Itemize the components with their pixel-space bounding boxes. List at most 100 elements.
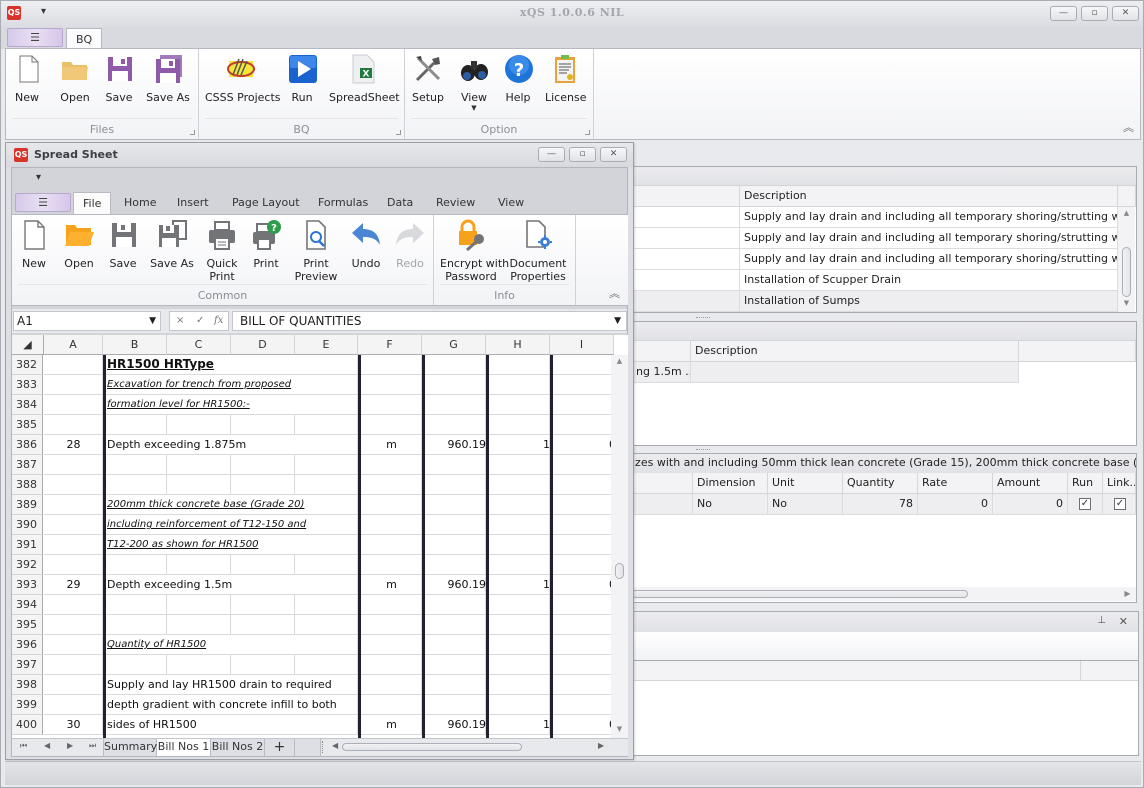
column-header-b[interactable]: B <box>103 335 167 355</box>
column-header-h[interactable]: H <box>486 335 550 355</box>
cell[interactable] <box>295 415 358 435</box>
cell[interactable] <box>295 535 358 555</box>
license-button[interactable]: License <box>545 53 586 104</box>
column-header-unit[interactable]: Unit <box>768 473 843 494</box>
cell[interactable] <box>167 655 231 675</box>
row-header[interactable]: 394 <box>12 595 43 615</box>
quick-print-button[interactable]: Quick Print <box>206 219 238 283</box>
cell[interactable] <box>295 395 358 415</box>
column-header-g[interactable]: G <box>422 335 486 355</box>
undo-button[interactable]: Undo <box>348 219 384 270</box>
cell[interactable] <box>103 595 167 615</box>
splitter-handle[interactable] <box>696 449 710 451</box>
column-header-amount[interactable]: Amount <box>993 473 1068 494</box>
column-header-rate[interactable]: Rate <box>918 473 993 494</box>
name-box-dropdown-icon[interactable]: ▼ <box>149 312 156 330</box>
pin-icon[interactable]: ⊥ <box>1097 615 1106 626</box>
row-header[interactable]: 393 <box>12 575 43 595</box>
row-header[interactable]: 391 <box>12 535 43 555</box>
table-row-selected[interactable]: Installation of Sumps <box>740 291 1118 312</box>
splitter-handle[interactable] <box>696 317 710 319</box>
spreadsheet-grid[interactable]: ◢ ABCDEFGHI 382 HR1500 HRType 383 Excavatio… <box>12 335 628 738</box>
save-as-button[interactable]: Save As <box>146 53 190 104</box>
formula-expand-icon[interactable]: ▼ <box>614 312 621 330</box>
sheet-tab-bill-nos-1[interactable]: Bill Nos 1 <box>157 739 211 756</box>
view-button[interactable]: View ▼ <box>457 53 491 112</box>
column-header-description[interactable]: Description <box>691 341 1019 362</box>
ss-open-button[interactable]: Open <box>62 219 96 270</box>
maximize-button[interactable]: ▫ <box>1081 6 1108 21</box>
run-button[interactable]: Run <box>287 53 317 104</box>
column-header-quantity[interactable]: Quantity <box>843 473 918 494</box>
sheet-vertical-scrollbar[interactable]: ▲ ▼ <box>611 355 628 738</box>
cell[interactable] <box>167 415 231 435</box>
ss-save-button[interactable]: Save <box>108 219 138 270</box>
table-row[interactable]: Supply and lay drain and including all t… <box>740 207 1118 228</box>
column-header-d[interactable]: D <box>231 335 295 355</box>
scroll-right-icon[interactable]: ▶ <box>598 741 604 750</box>
row-header[interactable]: 387 <box>12 455 43 475</box>
tab-splitter-handle[interactable] <box>322 741 325 753</box>
unit-cell[interactable]: No <box>768 494 843 515</box>
spreadsheet-button[interactable]: X SpreadSheet <box>329 53 400 104</box>
group-launcher-files[interactable] <box>190 130 195 135</box>
spreadsheet-app-menu-button[interactable]: ☰ <box>15 193 71 212</box>
cell[interactable] <box>231 635 295 655</box>
dimension-cell[interactable]: No <box>693 494 768 515</box>
sheet-tab-bill-nos-2[interactable]: Bill Nos 2 <box>211 739 265 756</box>
open-button[interactable]: Open <box>58 53 92 104</box>
ss-new-button[interactable]: New <box>18 219 50 270</box>
last-sheet-icon[interactable]: ⏭ <box>89 741 96 751</box>
cell[interactable] <box>103 615 167 635</box>
cell[interactable] <box>231 595 295 615</box>
table-cell[interactable] <box>691 362 1019 383</box>
scroll-right-icon[interactable]: ▶ <box>1119 589 1136 598</box>
sheet-horizontal-scroll-thumb[interactable] <box>342 743 522 751</box>
collapse-ribbon-icon[interactable]: ︽ <box>1123 119 1134 135</box>
tab-file[interactable]: File <box>73 192 112 214</box>
quantity-cell[interactable]: 78 <box>843 494 918 515</box>
tab-review[interactable]: Review <box>427 192 484 214</box>
cell[interactable] <box>295 455 358 475</box>
cell[interactable] <box>231 355 295 375</box>
row-header[interactable]: 392 <box>12 555 43 575</box>
row-header[interactable]: 389 <box>12 495 43 515</box>
column-header-c[interactable]: C <box>167 335 231 355</box>
vertical-scrollbar[interactable]: ▲ ▼ <box>1118 207 1135 312</box>
cell[interactable] <box>103 555 167 575</box>
row-header[interactable]: 385 <box>12 415 43 435</box>
scrollbar-thumb[interactable] <box>1122 247 1131 297</box>
close-panel-icon[interactable]: ✕ <box>1119 615 1128 628</box>
cell[interactable] <box>231 475 295 495</box>
table-row[interactable]: Supply and lay drain and including all t… <box>740 228 1118 249</box>
cell[interactable] <box>295 555 358 575</box>
cell[interactable] <box>167 455 231 475</box>
insert-function-icon[interactable]: fx <box>214 312 223 330</box>
column-header-i[interactable]: I <box>550 335 614 355</box>
rate-cell[interactable]: 0 <box>918 494 993 515</box>
quick-access-dropdown-icon[interactable]: ▾ <box>36 172 41 183</box>
scroll-down-icon[interactable]: ▼ <box>1118 299 1135 307</box>
print-button[interactable]: ? Print <box>250 219 282 270</box>
cell[interactable] <box>231 615 295 635</box>
row-header[interactable]: 390 <box>12 515 43 535</box>
first-sheet-icon[interactable]: ⏮ <box>20 741 27 751</box>
cell[interactable] <box>231 415 295 435</box>
cell[interactable] <box>231 715 295 735</box>
column-header[interactable] <box>632 186 740 207</box>
cell[interactable] <box>167 615 231 635</box>
tab-data[interactable]: Data <box>378 192 422 214</box>
cell[interactable] <box>295 715 358 735</box>
row-header[interactable]: 383 <box>12 375 43 395</box>
row-header[interactable]: 384 <box>12 395 43 415</box>
document-properties-button[interactable]: Document Properties <box>508 219 568 283</box>
tab-formulas[interactable]: Formulas <box>309 192 377 214</box>
next-sheet-icon[interactable]: ▶ <box>67 741 73 750</box>
new-button[interactable]: New <box>12 53 42 104</box>
row-header[interactable]: 398 <box>12 675 43 695</box>
cell[interactable] <box>231 575 295 595</box>
csss-projects-button[interactable]: CSSS Projects <box>205 53 281 104</box>
cell[interactable] <box>295 575 358 595</box>
scroll-up-icon[interactable]: ▲ <box>1118 209 1135 217</box>
cell[interactable] <box>295 355 358 375</box>
